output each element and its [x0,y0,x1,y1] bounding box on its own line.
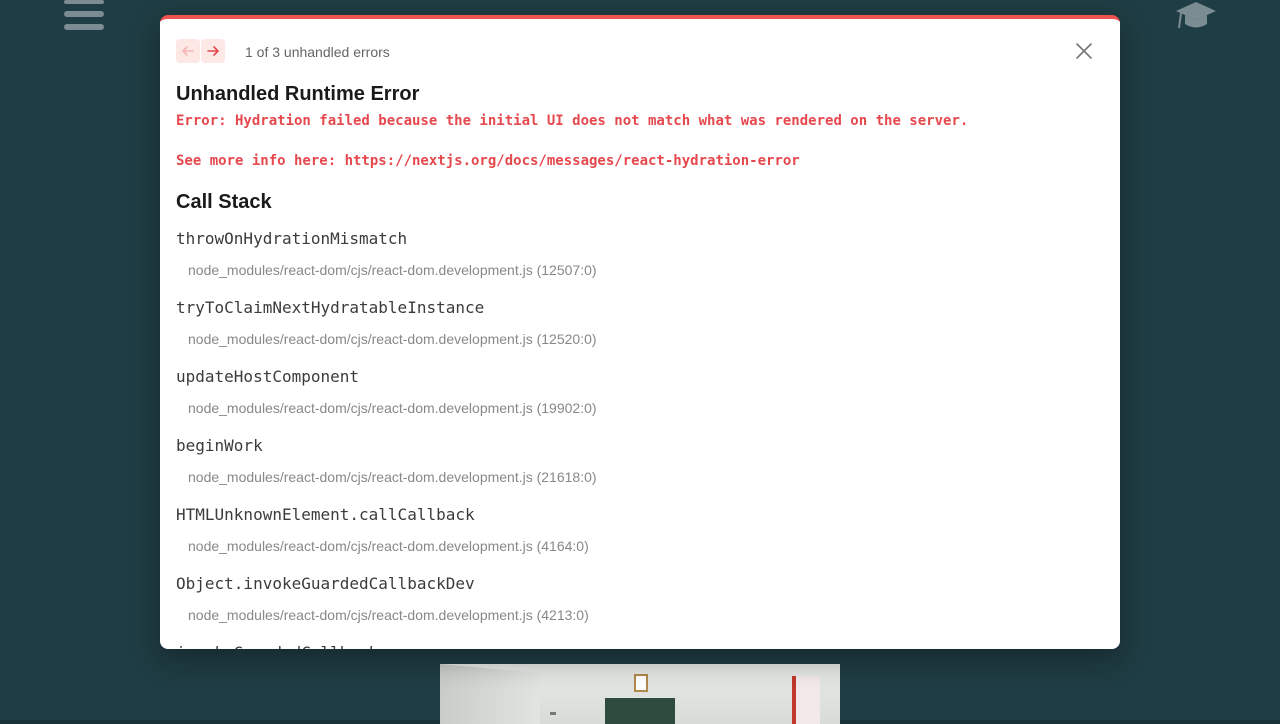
error-message: Error: Hydration failed because the init… [176,111,1104,171]
frame-function-name: tryToClaimNextHydratableInstance [176,298,484,317]
arrow-right-icon [206,44,220,58]
classroom-image [440,664,840,724]
frame-location[interactable]: node_modules/react-dom/cjs/react-dom.dev… [188,538,589,554]
frame-function-name: updateHostComponent [176,367,359,386]
frame-function-name: HTMLUnknownElement.callCallback [176,505,475,524]
frame-location[interactable]: node_modules/react-dom/cjs/react-dom.dev… [188,607,589,623]
arrow-left-icon [181,44,195,58]
error-info-link[interactable]: See more info here: https://nextjs.org/d… [176,151,1104,171]
graduation-cap-icon[interactable] [1175,0,1217,32]
previous-error-button[interactable] [176,39,200,63]
call-stack-frame: updateHostComponent node_modules/react-d… [176,363,1104,432]
dialog-header: 1 of 3 unhandled errors [176,39,1104,65]
next-error-button[interactable] [201,39,225,63]
hamburger-menu-icon[interactable] [64,0,104,30]
frame-location[interactable]: node_modules/react-dom/cjs/react-dom.dev… [188,262,597,278]
call-stack-frame: Object.invokeGuardedCallbackDev node_mod… [176,570,1104,639]
frame-location[interactable]: node_modules/react-dom/cjs/react-dom.dev… [188,400,597,416]
frame-function-name: Object.invokeGuardedCallbackDev [176,574,475,593]
call-stack-frame: invokeGuardedCallback [176,639,1104,649]
error-overlay-dialog: 1 of 3 unhandled errors Unhandled Runtim… [160,15,1120,649]
error-message-text: Error: Hydration failed because the init… [176,113,968,129]
call-stack-frame: beginWork node_modules/react-dom/cjs/rea… [176,432,1104,501]
frame-location[interactable]: node_modules/react-dom/cjs/react-dom.dev… [188,331,597,347]
close-icon[interactable] [1074,41,1094,61]
call-stack-frame: HTMLUnknownElement.callCallback node_mod… [176,501,1104,570]
frame-function-name: beginWork [176,436,263,455]
call-stack-list: throwOnHydrationMismatch node_modules/re… [176,225,1104,649]
call-stack-frame: tryToClaimNextHydratableInstance node_mo… [176,294,1104,363]
error-count-label: 1 of 3 unhandled errors [245,44,390,60]
call-stack-frame: throwOnHydrationMismatch node_modules/re… [176,225,1104,294]
call-stack-title: Call Stack [176,191,272,214]
frame-location[interactable]: node_modules/react-dom/cjs/react-dom.dev… [188,469,597,485]
frame-function-name: throwOnHydrationMismatch [176,229,407,248]
frame-function-name: invokeGuardedCallback [176,643,378,649]
error-title: Unhandled Runtime Error [176,83,419,106]
